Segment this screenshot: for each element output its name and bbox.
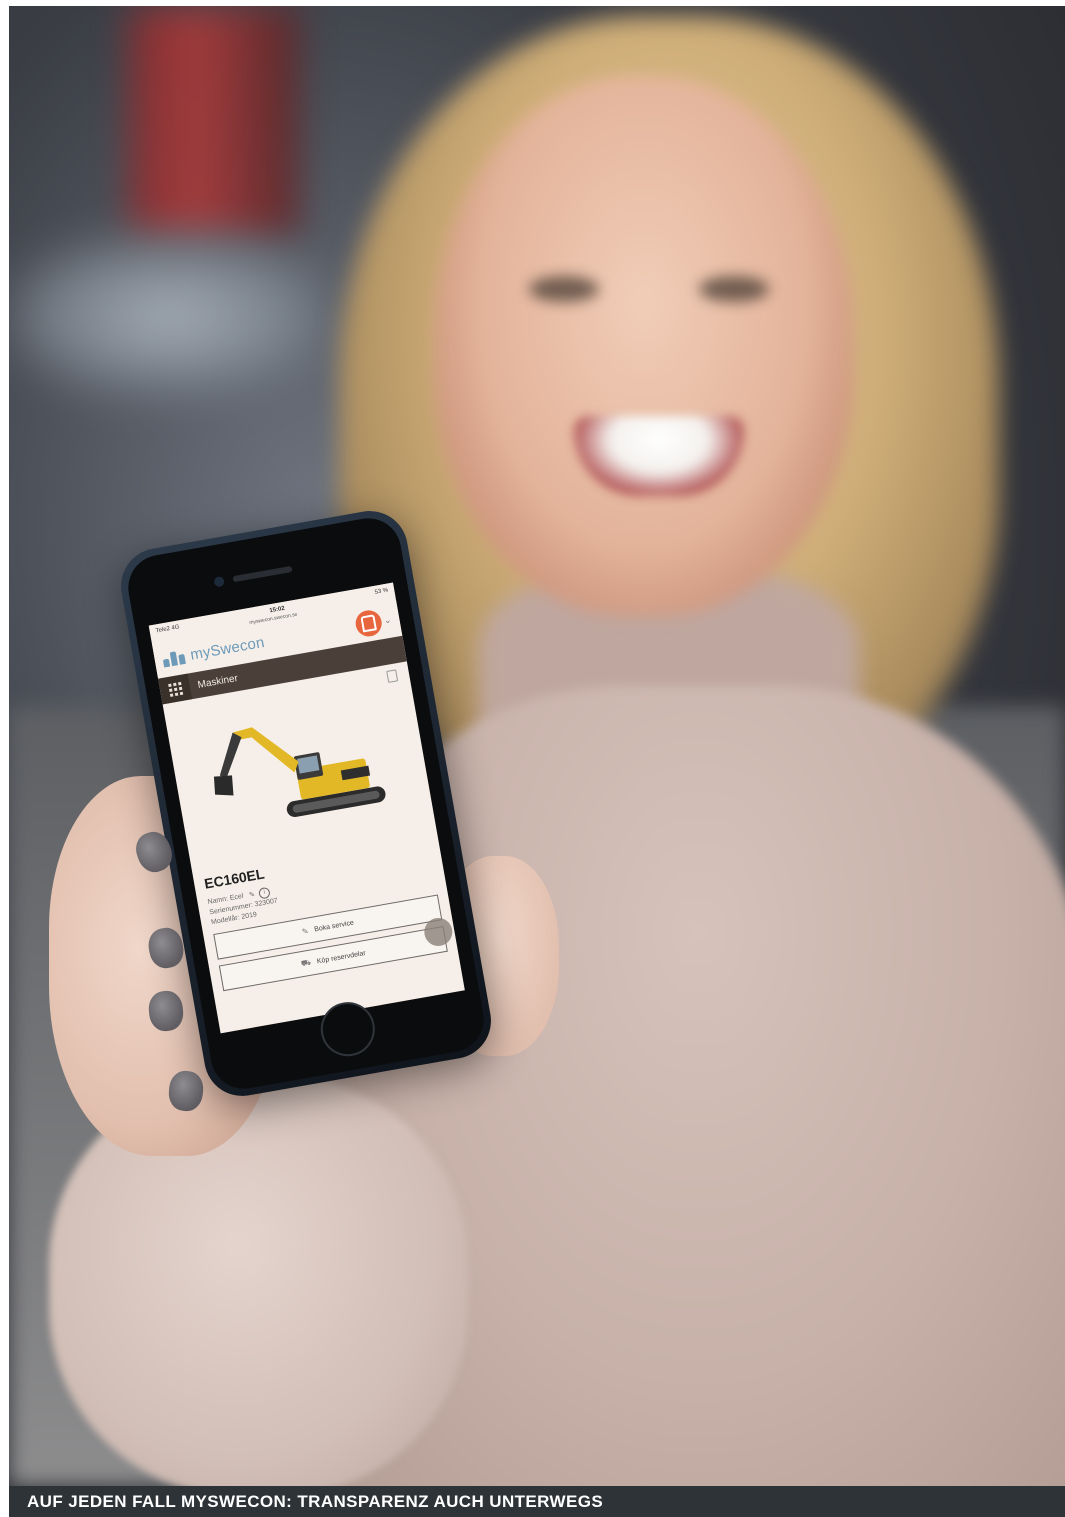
document-icon[interactable] xyxy=(386,669,399,683)
user-icon xyxy=(360,614,378,633)
avatar[interactable] xyxy=(354,608,385,639)
battery-label: 53 % xyxy=(374,587,389,596)
cart-icon: ⛟ xyxy=(300,957,312,969)
pencil-icon[interactable]: ✎ xyxy=(248,890,256,901)
excavator-image xyxy=(213,727,386,818)
phone-screen: Tele2 4G 15:02 53 % myswecon.swecon.se m… xyxy=(148,582,465,1034)
face xyxy=(434,76,854,616)
speaker-grille xyxy=(232,565,293,583)
wrench-icon: ✎ xyxy=(301,926,310,937)
right-eye xyxy=(699,276,769,302)
caption-text: AUF JEDEN FALL MYSWECON: TRANSPARENZ AUC… xyxy=(27,1491,604,1511)
book-service-label: Boka service xyxy=(313,919,355,933)
grid-icon xyxy=(167,681,183,697)
buy-parts-label: Köp reservdelar xyxy=(316,949,367,965)
caption-bar: AUF JEDEN FALL MYSWECON: TRANSPARENZ AUC… xyxy=(9,1486,1065,1517)
background-red-machine xyxy=(129,6,299,236)
camera-icon xyxy=(213,575,225,588)
logo-icon xyxy=(161,648,187,668)
photo: Tele2 4G 15:02 53 % myswecon.swecon.se m… xyxy=(9,6,1065,1486)
account-menu[interactable]: ⌄ xyxy=(354,607,394,639)
logo-text: mySwecon xyxy=(188,633,266,664)
background-light xyxy=(9,236,329,396)
chevron-down-icon[interactable]: ⌄ xyxy=(383,614,392,626)
left-eye xyxy=(529,276,599,302)
machine-card: EC160EL Namn: Ecel ✎ i Serienummer: 3230… xyxy=(163,661,459,999)
nav-title: Maskiner xyxy=(196,672,239,691)
